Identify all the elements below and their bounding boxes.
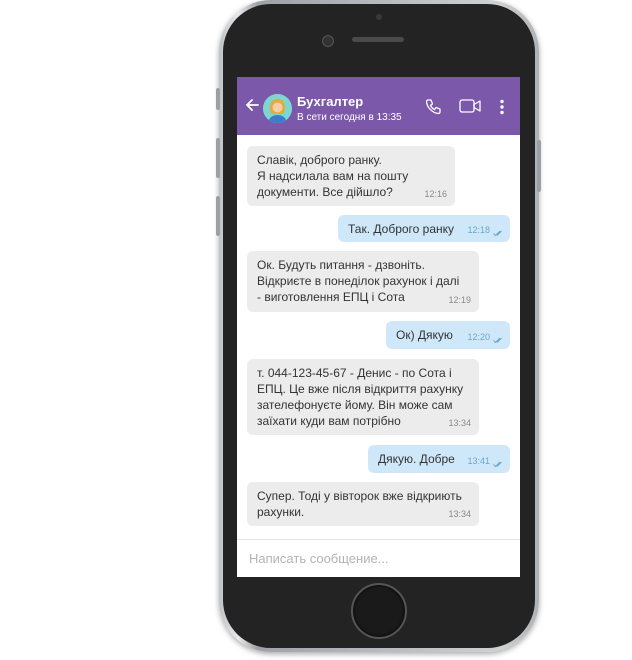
contact-name[interactable]: Бухгалтер xyxy=(297,94,363,109)
outgoing-message[interactable]: Так. Доброго ранку 12:18 xyxy=(338,215,510,242)
more-options-icon[interactable] xyxy=(499,99,505,115)
incoming-message[interactable]: Супер. Тоді у вівторок вже відкриють рах… xyxy=(247,482,479,526)
message-line: зателефонуєте йому. Він може сам xyxy=(257,398,453,412)
home-button[interactable] xyxy=(351,583,407,639)
outgoing-message[interactable]: Дякую. Добре 13:41 xyxy=(368,445,510,473)
message-line: ЕПЦ. Це вже після відкриття рахунку xyxy=(257,382,464,396)
message-time: 12:19 xyxy=(448,295,471,305)
message-line: документи. Все дійшло? xyxy=(257,185,393,199)
chat-screen: Бухгалтер В сети сегодня в 13:35 Славік,… xyxy=(237,77,520,577)
power-button xyxy=(537,140,541,192)
outgoing-message[interactable]: Ок) Дякую 12:20 xyxy=(386,321,510,349)
back-arrow-icon[interactable] xyxy=(244,97,260,113)
mute-switch xyxy=(216,88,220,110)
message-time: 12:20 xyxy=(467,332,490,342)
contact-avatar[interactable] xyxy=(263,94,292,123)
incoming-message[interactable]: Ок. Будуть питання - дзвоніть. Відкриєте… xyxy=(247,251,479,312)
sensor-icon xyxy=(376,14,382,20)
message-time: 12:18 xyxy=(467,225,490,235)
incoming-message[interactable]: Славік, доброго ранку. Я надсилала вам н… xyxy=(247,146,455,206)
message-line: - виготовлення ЕПЦ і Сота xyxy=(257,290,405,304)
front-camera-icon xyxy=(322,35,334,47)
phone-call-icon[interactable] xyxy=(425,98,442,115)
message-line: Я надсилала вам на пошту xyxy=(257,169,409,183)
message-line: Відкриєте в понеділок рахунок і далі xyxy=(257,274,460,288)
message-composer xyxy=(237,539,520,577)
message-line: Славік, доброго ранку. xyxy=(257,153,382,167)
message-line: Супер. Тоді у вівторок вже відкриють xyxy=(257,489,462,503)
message-line: заїхати куди вам потрібно xyxy=(257,414,401,428)
video-call-icon[interactable] xyxy=(459,98,482,114)
read-checkmarks-icon xyxy=(493,337,502,344)
message-time: 12:16 xyxy=(424,189,447,199)
message-input[interactable] xyxy=(247,550,511,567)
volume-down-button xyxy=(216,196,220,236)
message-line: рахунки. xyxy=(257,505,305,519)
incoming-message[interactable]: т. 044-123-45-67 - Денис - по Сота і ЕПЦ… xyxy=(247,359,479,435)
chat-header: Бухгалтер В сети сегодня в 13:35 xyxy=(237,77,520,135)
avatar-person-icon xyxy=(263,94,292,123)
message-time: 13:34 xyxy=(448,509,471,519)
volume-up-button xyxy=(216,138,220,178)
message-time: 13:41 xyxy=(467,456,490,466)
message-line: Ок. Будуть питання - дзвоніть. xyxy=(257,258,425,272)
message-time: 13:34 xyxy=(448,418,471,428)
read-checkmarks-icon xyxy=(493,461,502,468)
read-checkmarks-icon xyxy=(493,230,502,237)
contact-status: В сети сегодня в 13:35 xyxy=(297,112,402,123)
message-line: т. 044-123-45-67 - Денис - по Сота і xyxy=(257,366,452,380)
earpiece-speaker xyxy=(352,37,404,42)
